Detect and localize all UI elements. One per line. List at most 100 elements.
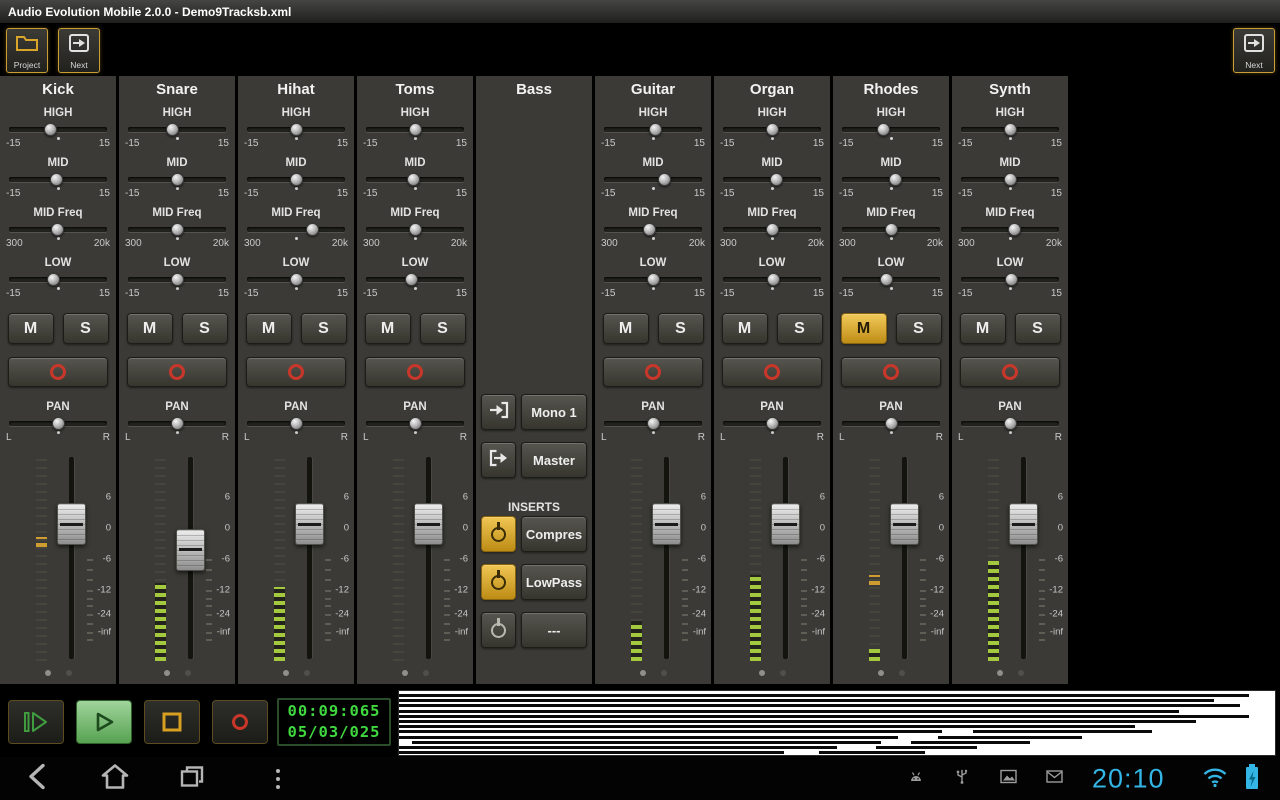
- fader-cap[interactable]: [295, 503, 324, 545]
- mid-eq-slider[interactable]: [961, 173, 1059, 186]
- slider-knob[interactable]: [290, 273, 303, 286]
- pan-slider[interactable]: [9, 417, 107, 430]
- slider-knob[interactable]: [290, 173, 303, 186]
- pan-slider[interactable]: [842, 417, 940, 430]
- mute-button[interactable]: M: [246, 313, 292, 344]
- fader-cap[interactable]: [890, 503, 919, 545]
- slider-knob[interactable]: [290, 417, 303, 430]
- slider-knob[interactable]: [885, 223, 898, 236]
- mid-freq-eq-slider[interactable]: [366, 223, 464, 236]
- slider-knob[interactable]: [770, 173, 783, 186]
- play-button[interactable]: [76, 700, 132, 744]
- slider-knob[interactable]: [306, 223, 319, 236]
- slider-knob[interactable]: [766, 123, 779, 136]
- insert-power-button[interactable]: [481, 516, 516, 552]
- pan-slider[interactable]: [723, 417, 821, 430]
- fader-cap[interactable]: [57, 503, 86, 545]
- slider-knob[interactable]: [51, 223, 64, 236]
- pan-slider[interactable]: [961, 417, 1059, 430]
- high-eq-slider[interactable]: [842, 123, 940, 136]
- slider-knob[interactable]: [407, 173, 420, 186]
- solo-button[interactable]: S: [896, 313, 942, 344]
- slider-knob[interactable]: [889, 173, 902, 186]
- slider-knob[interactable]: [52, 417, 65, 430]
- high-eq-slider[interactable]: [128, 123, 226, 136]
- output-routing-button[interactable]: [481, 442, 516, 478]
- play-from-start-button[interactable]: [8, 700, 64, 744]
- mid-freq-eq-slider[interactable]: [723, 223, 821, 236]
- low-eq-slider[interactable]: [128, 273, 226, 286]
- slider-knob[interactable]: [767, 273, 780, 286]
- mute-button[interactable]: M: [365, 313, 411, 344]
- record-arm-button[interactable]: [127, 357, 227, 387]
- slider-knob[interactable]: [44, 123, 57, 136]
- record-arm-button[interactable]: [246, 357, 346, 387]
- slider-knob[interactable]: [50, 173, 63, 186]
- mute-button[interactable]: M: [603, 313, 649, 344]
- slider-knob[interactable]: [643, 223, 656, 236]
- recent-apps-button[interactable]: [178, 763, 206, 794]
- slider-knob[interactable]: [405, 273, 418, 286]
- stop-button[interactable]: [144, 700, 200, 744]
- solo-button[interactable]: S: [63, 313, 109, 344]
- high-eq-slider[interactable]: [247, 123, 345, 136]
- mid-freq-eq-slider[interactable]: [842, 223, 940, 236]
- mid-eq-slider[interactable]: [128, 173, 226, 186]
- next-toolbar-button-right[interactable]: Next: [1233, 28, 1275, 73]
- pan-slider[interactable]: [604, 417, 702, 430]
- solo-button[interactable]: S: [777, 313, 823, 344]
- mid-freq-eq-slider[interactable]: [961, 223, 1059, 236]
- slider-knob[interactable]: [1008, 223, 1021, 236]
- arrangement-overview[interactable]: [398, 690, 1276, 756]
- slider-knob[interactable]: [171, 173, 184, 186]
- record-arm-button[interactable]: [8, 357, 108, 387]
- record-arm-button[interactable]: [841, 357, 941, 387]
- high-eq-slider[interactable]: [604, 123, 702, 136]
- slider-knob[interactable]: [171, 417, 184, 430]
- record-arm-button[interactable]: [722, 357, 822, 387]
- home-button[interactable]: [100, 762, 130, 795]
- solo-button[interactable]: S: [658, 313, 704, 344]
- low-eq-slider[interactable]: [961, 273, 1059, 286]
- mid-freq-eq-slider[interactable]: [604, 223, 702, 236]
- input-routing-button[interactable]: [481, 394, 516, 430]
- menu-overflow-button[interactable]: [276, 769, 280, 789]
- mute-button[interactable]: M: [722, 313, 768, 344]
- low-eq-slider[interactable]: [842, 273, 940, 286]
- slider-knob[interactable]: [766, 417, 779, 430]
- pan-slider[interactable]: [247, 417, 345, 430]
- slider-knob[interactable]: [1004, 123, 1017, 136]
- mid-eq-slider[interactable]: [247, 173, 345, 186]
- fader-cap[interactable]: [652, 503, 681, 545]
- mid-freq-eq-slider[interactable]: [9, 223, 107, 236]
- mute-button[interactable]: M: [127, 313, 173, 344]
- high-eq-slider[interactable]: [366, 123, 464, 136]
- slider-knob[interactable]: [409, 123, 422, 136]
- insert-power-button[interactable]: [481, 612, 516, 648]
- fader-cap[interactable]: [1009, 503, 1038, 545]
- low-eq-slider[interactable]: [723, 273, 821, 286]
- pan-slider[interactable]: [128, 417, 226, 430]
- fader-cap[interactable]: [176, 529, 205, 571]
- high-eq-slider[interactable]: [961, 123, 1059, 136]
- record-button[interactable]: [212, 700, 268, 744]
- mid-freq-eq-slider[interactable]: [247, 223, 345, 236]
- record-arm-button[interactable]: [603, 357, 703, 387]
- mute-button[interactable]: M: [841, 313, 887, 344]
- fader-cap[interactable]: [771, 503, 800, 545]
- slider-knob[interactable]: [649, 123, 662, 136]
- insert-name-button[interactable]: Compres: [521, 516, 587, 552]
- insert-power-button[interactable]: [481, 564, 516, 600]
- insert-name-button[interactable]: LowPass: [521, 564, 587, 600]
- slider-knob[interactable]: [658, 173, 671, 186]
- routing-target-button[interactable]: Master: [521, 442, 587, 478]
- mid-eq-slider[interactable]: [723, 173, 821, 186]
- slider-knob[interactable]: [1004, 173, 1017, 186]
- slider-knob[interactable]: [880, 273, 893, 286]
- slider-knob[interactable]: [1005, 273, 1018, 286]
- high-eq-slider[interactable]: [723, 123, 821, 136]
- back-button[interactable]: [24, 762, 50, 795]
- slider-knob[interactable]: [171, 273, 184, 286]
- mute-button[interactable]: M: [8, 313, 54, 344]
- slider-knob[interactable]: [409, 223, 422, 236]
